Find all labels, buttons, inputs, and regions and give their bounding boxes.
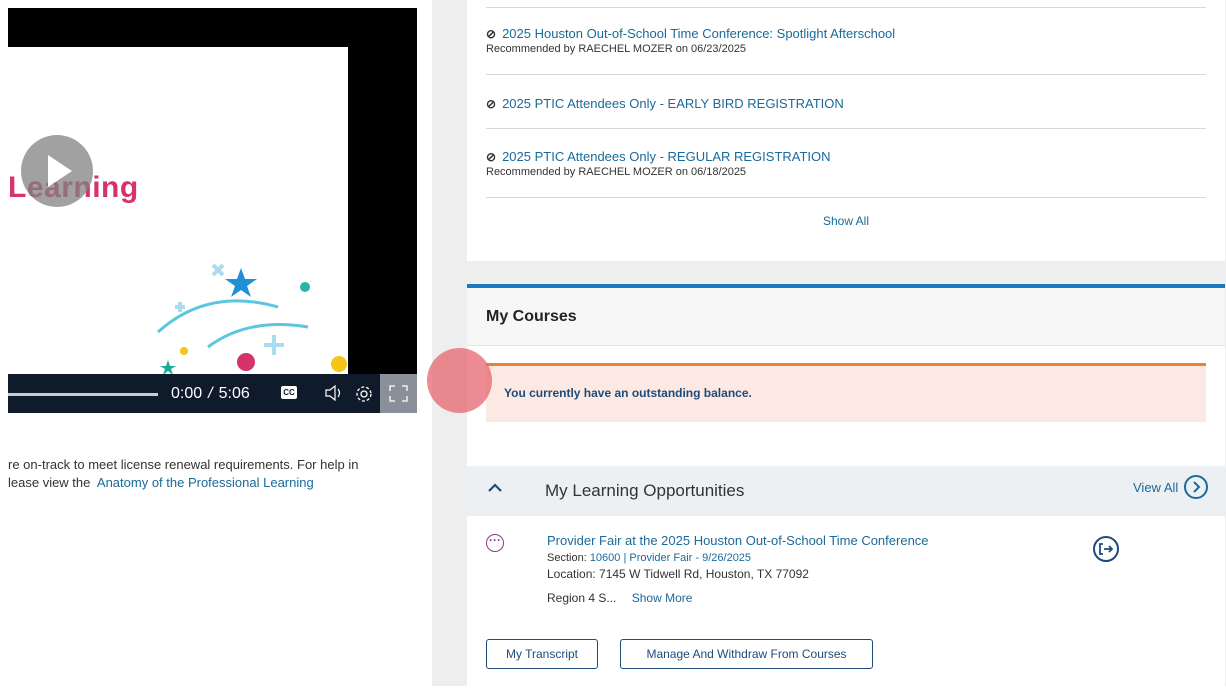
description-line-2: lease view the Anatomy of the Profession… — [8, 474, 428, 492]
fullscreen-button[interactable] — [380, 374, 417, 413]
chevron-up-icon[interactable] — [486, 479, 504, 497]
seek-bar[interactable] — [8, 393, 158, 396]
eye-slash-icon: ⊘ — [486, 26, 497, 41]
time-display: 0:00 / 5:06 — [171, 385, 250, 403]
closed-captions-button[interactable]: CC — [281, 386, 297, 399]
view-all-label[interactable]: View All — [1133, 480, 1178, 495]
manage-withdraw-button[interactable]: Manage And Withdraw From Courses — [620, 639, 873, 669]
exit-course-icon[interactable] — [1092, 535, 1120, 563]
play-button[interactable] — [21, 135, 93, 207]
video-player[interactable]: Learning 0:00 / 5:06 CC — [8, 8, 417, 413]
recommendation-title-text[interactable]: 2025 PTIC Attendees Only - EARLY BIRD RE… — [502, 96, 844, 111]
course-section: Section: 10600 | Provider Fair - 9/26/20… — [547, 552, 751, 564]
show-all-link[interactable]: Show All — [486, 197, 1206, 228]
course-title[interactable]: Provider Fair at the 2025 Houston Out-of… — [547, 533, 929, 548]
eye-slash-icon: ⊘ — [486, 96, 497, 111]
recommendation-title-text[interactable]: 2025 Houston Out-of-School Time Conferen… — [502, 26, 895, 41]
column-gutter — [432, 0, 467, 686]
course-location: Location: 7145 W Tidwell Rd, Houston, TX… — [547, 567, 809, 581]
fullscreen-icon — [389, 385, 408, 402]
learning-opportunities-title: My Learning Opportunities — [545, 481, 745, 500]
description-line-2-prefix: lease view the — [8, 475, 91, 490]
anatomy-link[interactable]: Anatomy of the Professional Learning — [97, 475, 314, 490]
recommended-by: Recommended by RAECHEL MOZER on 06/18/20… — [486, 166, 747, 178]
section-link[interactable]: 10600 | Provider Fair - 9/26/2025 — [590, 552, 751, 564]
recommendation-title[interactable]: ⊘ 2025 PTIC Attendees Only - EARLY BIRD … — [486, 96, 1206, 111]
recommendation-title[interactable]: ⊘ 2025 Houston Out-of-School Time Confer… — [486, 26, 1206, 41]
recommendation-item: ⊘ 2025 Houston Out-of-School Time Confer… — [486, 7, 1206, 55]
balance-alert: You currently have an outstanding balanc… — [486, 363, 1206, 422]
eye-slash-icon: ⊘ — [486, 149, 497, 164]
show-more-link[interactable]: Show More — [632, 591, 693, 605]
total-time: 5:06 — [218, 385, 250, 402]
confetti-graphic — [156, 263, 347, 375]
recommendation-item: ⊘ 2025 PTIC Attendees Only - EARLY BIRD … — [486, 74, 1206, 111]
learning-opportunities-bar: My Learning Opportunities View All — [467, 466, 1225, 516]
view-all-button[interactable]: View All — [1133, 475, 1209, 499]
courses-title: My Courses — [486, 308, 577, 325]
chevron-right-icon[interactable] — [1184, 475, 1209, 499]
left-column: Learning 0:00 / 5:06 CC re on-track to mee… — [0, 0, 432, 686]
my-courses-card: My Courses You currently have an outstan… — [467, 284, 1225, 690]
license-description: re on-track to meet license renewal requ… — [8, 456, 428, 492]
recommendations-card: ⊘ 2025 Houston Out-of-School Time Confer… — [467, 0, 1225, 261]
region-text: Region 4 S... — [547, 591, 617, 605]
recommendation-item: ⊘ 2025 PTIC Attendees Only - REGULAR REG… — [486, 128, 1206, 178]
video-frame: Learning — [8, 47, 348, 382]
volume-icon[interactable] — [324, 384, 344, 405]
description-line-1: re on-track to meet license renewal requ… — [8, 457, 359, 472]
alert-text: You currently have an outstanding balanc… — [504, 386, 752, 400]
more-options-icon[interactable]: ··· — [486, 534, 504, 552]
recommended-by: Recommended by RAECHEL MOZER on 06/23/20… — [486, 43, 747, 55]
time-separator: / — [208, 385, 213, 402]
recommendation-title-text[interactable]: 2025 PTIC Attendees Only - REGULAR REGIS… — [502, 149, 830, 164]
my-transcript-button[interactable]: My Transcript — [486, 639, 598, 669]
click-marker — [427, 348, 492, 413]
recommendation-title[interactable]: ⊘ 2025 PTIC Attendees Only - REGULAR REG… — [486, 149, 1206, 164]
course-list-item: ··· Provider Fair at the 2025 Houston Ou… — [486, 530, 1206, 610]
current-time: 0:00 — [171, 385, 203, 402]
courses-header: My Courses — [467, 288, 1225, 346]
video-controls: 0:00 / 5:06 CC — [8, 374, 417, 413]
settings-gear-icon[interactable] — [354, 384, 374, 404]
course-region: Region 4 S... Show More — [547, 591, 692, 605]
section-label: Section: — [547, 552, 587, 564]
